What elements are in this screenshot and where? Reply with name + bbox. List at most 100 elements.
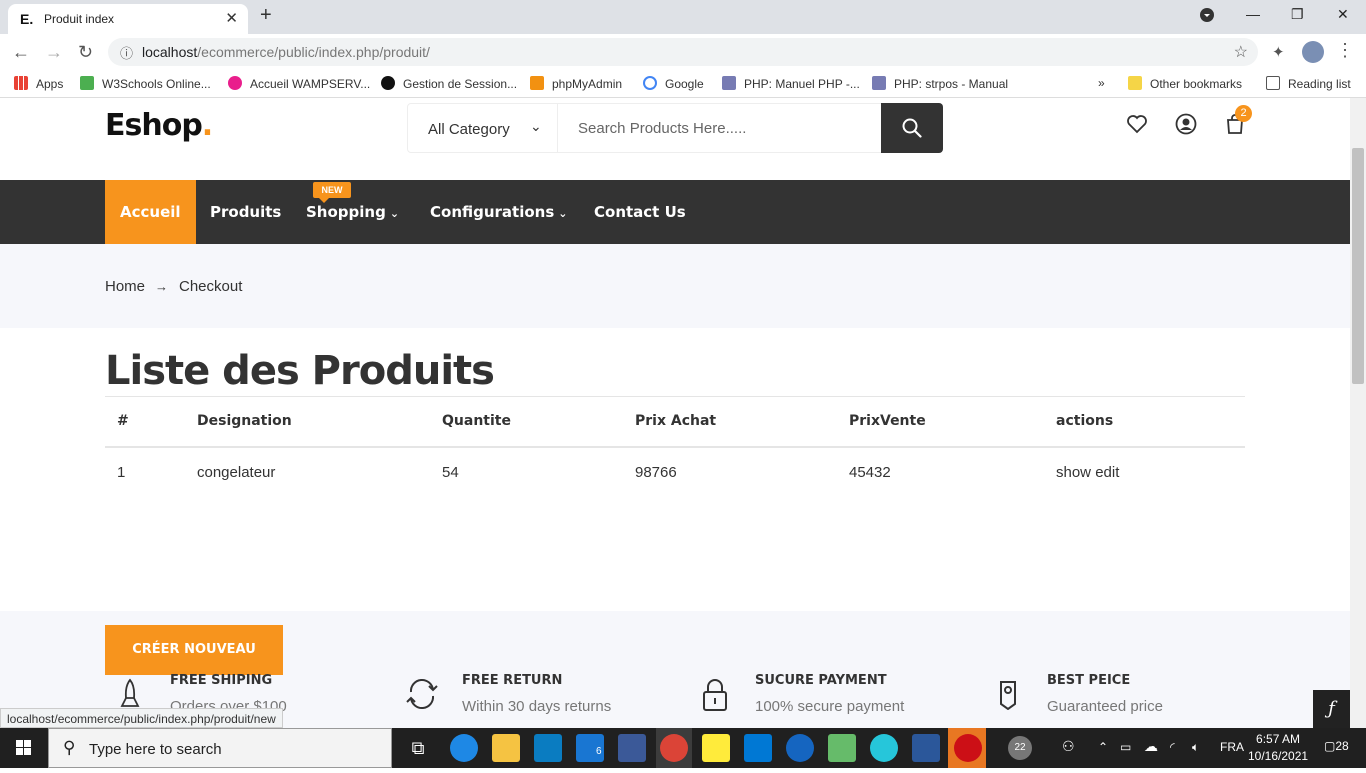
column-header-quantite: Quantite (430, 396, 623, 448)
breadcrumb-home-link[interactable]: Home (105, 278, 145, 295)
chrome-menu-icon[interactable]: ⋮ (1336, 40, 1354, 61)
search-icon: ⚲ (63, 738, 76, 757)
reload-icon[interactable]: ↻ (78, 42, 93, 63)
w3schools-icon (80, 76, 94, 90)
notification-center[interactable]: ▢28 (1324, 739, 1349, 753)
favicon-icon: E. (20, 11, 34, 27)
vscode-icon[interactable] (744, 734, 772, 762)
profile-menu-icon[interactable] (1200, 8, 1214, 25)
forward-icon[interactable]: → (45, 42, 63, 63)
bookmark-w3schools[interactable]: W3Schools Online... (80, 76, 211, 91)
bookmark-google[interactable]: Google (643, 76, 704, 91)
php-icon (722, 76, 736, 90)
cell-prix-achat: 98766 (635, 463, 677, 481)
language-indicator[interactable]: FRA (1220, 740, 1244, 754)
main-navigation: Accueil Produits Shopping ⌄ Configuration… (0, 180, 1350, 244)
page-scrollbar[interactable] (1350, 98, 1366, 728)
app-p-icon[interactable] (870, 734, 898, 762)
site-info-icon[interactable]: ⓘ (120, 43, 133, 62)
column-header-prix-achat: Prix Achat (623, 396, 837, 448)
notification-icon: ▢ (1324, 739, 1336, 753)
windows-taskbar: ⚲ Type here to search ⧉ 6 22 ⚇ ⌃ ▭ ☁ ◜ 🔈… (0, 728, 1366, 768)
people-icon[interactable]: ⚇ (1062, 738, 1075, 755)
bookmark-apps[interactable]: Apps (14, 76, 63, 91)
notepad-plus-icon[interactable] (828, 734, 856, 762)
facebook-icon[interactable] (618, 734, 646, 762)
scrollbar-thumb[interactable] (1352, 148, 1364, 384)
volume-icon[interactable]: 🔈︎ (1192, 740, 1199, 755)
edit-link[interactable]: edit (1095, 464, 1119, 481)
close-tab-icon[interactable]: ✕ (225, 9, 238, 27)
nav-item-produits[interactable]: Produits (210, 180, 281, 244)
task-view-icon[interactable]: ⧉ (404, 734, 432, 762)
store-icon[interactable] (534, 734, 562, 762)
column-header-prix-vente: PrixVente (837, 396, 1044, 448)
sticky-notes-icon[interactable] (702, 734, 730, 762)
site-logo[interactable]: Eshop. (105, 108, 213, 143)
back-icon[interactable]: ← (12, 42, 30, 63)
bookmarks-overflow-button[interactable]: » (1098, 76, 1105, 90)
address-toolbar: ← → ↻ ⓘ localhost/ecommerce/public/index… (0, 34, 1366, 70)
edge-icon[interactable] (450, 734, 478, 762)
other-bookmarks[interactable]: Other bookmarks (1128, 76, 1242, 91)
nav-item-configurations[interactable]: Configurations ⌄ (430, 180, 568, 244)
mail-badge: 6 (596, 746, 602, 757)
rocket-icon (120, 678, 140, 707)
avatar[interactable] (1302, 41, 1324, 63)
opera-icon[interactable] (954, 734, 982, 762)
bookmark-star-icon[interactable]: ☆ (1234, 42, 1248, 62)
new-tab-icon[interactable]: + (260, 4, 272, 27)
bookmark-php-strpos[interactable]: PHP: strpos - Manual (872, 76, 1008, 91)
price-tag-icon (1000, 681, 1016, 710)
windows-logo-icon (16, 740, 31, 755)
bookmark-gestion-session[interactable]: Gestion de Session... (381, 76, 517, 91)
app-s-icon[interactable] (786, 734, 814, 762)
maximize-icon[interactable]: ❐ (1291, 6, 1304, 23)
cell-quantite: 54 (442, 463, 459, 481)
products-table: # Designation Quantite Prix Achat PrixVe… (105, 396, 1245, 497)
tray-expand-icon[interactable]: ⌃ (1098, 740, 1108, 754)
user-account-icon[interactable] (1174, 112, 1198, 136)
arrow-right-icon: → (155, 279, 168, 294)
onedrive-icon[interactable]: ☁ (1144, 738, 1158, 755)
cart-count-badge: 2 (1235, 105, 1252, 122)
bookmark-wampserver[interactable]: Accueil WAMPSERV... (228, 76, 370, 91)
weather-badge[interactable]: 22 (1008, 736, 1032, 760)
window-close-icon[interactable]: ✕ (1337, 6, 1349, 23)
apps-grid-icon (14, 76, 28, 90)
cell-id: 1 (117, 463, 126, 481)
bookmark-phpmyadmin[interactable]: phpMyAdmin (530, 76, 622, 91)
create-new-button[interactable]: CRÉER NOUVEAU (105, 625, 283, 675)
wishlist-heart-icon[interactable] (1125, 112, 1149, 136)
browser-tab[interactable]: E. Produit index ✕ (8, 4, 248, 34)
column-header-actions: actions (1044, 396, 1245, 448)
search-input[interactable] (558, 104, 882, 152)
lock-icon (703, 679, 727, 711)
symfony-toolbar-icon[interactable]: ƒ (1313, 690, 1350, 728)
extensions-icon[interactable]: ✦ (1272, 43, 1285, 61)
page-content: Eshop. All Category ⌄ 2 Accueil Produits… (0, 98, 1350, 728)
wifi-icon[interactable]: ◜ (1170, 740, 1175, 754)
url-field[interactable]: ⓘ localhost/ecommerce/public/index.php/p… (108, 38, 1258, 66)
taskbar-search[interactable]: ⚲ Type here to search (48, 728, 392, 768)
nav-item-accueil[interactable]: Accueil (105, 180, 196, 244)
system-clock[interactable]: 6:57 AM 10/16/2021 (1248, 731, 1308, 765)
show-link[interactable]: show (1056, 464, 1091, 481)
category-select[interactable]: All Category ⌄ (408, 104, 558, 152)
nav-item-contact[interactable]: Contact Us (594, 180, 686, 244)
cell-actions: show edit (1044, 447, 1245, 497)
bookmark-php-manuel[interactable]: PHP: Manuel PHP -... (722, 76, 860, 91)
minimize-icon[interactable]: — (1246, 6, 1260, 22)
search-button[interactable] (881, 103, 943, 153)
chrome-icon[interactable] (660, 734, 688, 762)
column-header-id: # (105, 396, 185, 448)
reading-list[interactable]: Reading list (1266, 76, 1351, 91)
start-button[interactable] (0, 728, 48, 768)
chevron-down-icon: ⌄ (558, 207, 568, 220)
chevron-down-icon: ⌄ (530, 118, 542, 134)
battery-icon[interactable]: ▭ (1120, 740, 1131, 754)
bookmarks-bar: Apps W3Schools Online... Accueil WAMPSER… (0, 70, 1366, 98)
search-bar: All Category ⌄ (407, 103, 943, 153)
file-explorer-icon[interactable] (492, 734, 520, 762)
word-icon[interactable] (912, 734, 940, 762)
